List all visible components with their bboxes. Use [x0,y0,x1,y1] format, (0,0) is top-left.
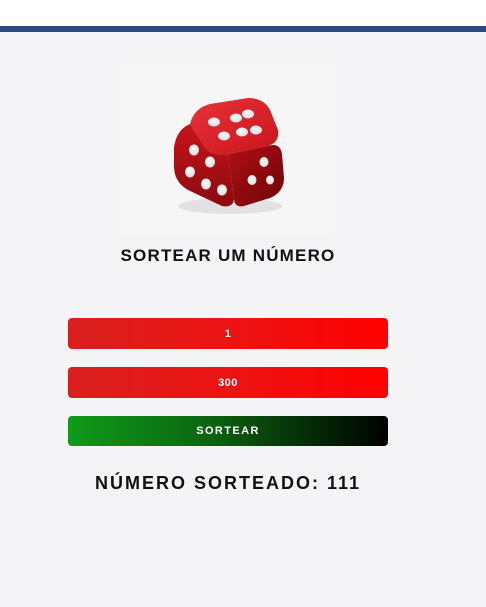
result-text: NÚMERO SORTEADO: 111 [0,473,456,494]
result-value: 111 [326,473,362,493]
min-number-input[interactable] [68,318,388,349]
result-label: NÚMERO SORTEADO: [94,473,320,493]
dice-image [118,58,332,234]
draw-button[interactable]: SORTEAR [68,416,388,446]
max-number-input[interactable] [68,367,388,398]
page-title: SORTEAR UM NÚMERO [120,246,336,265]
dice-icon [174,98,284,214]
